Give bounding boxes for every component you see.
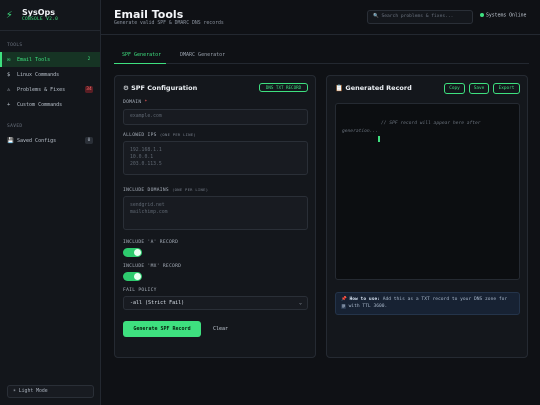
generate-spf-button[interactable]: Generate SPF Record: [123, 321, 201, 337]
app-subtitle: CONSOLE V2.0: [22, 17, 59, 22]
hint-tail: with TTL 3600.: [348, 304, 388, 309]
sidebar-item-custom-commands[interactable]: + Custom Commands: [0, 97, 100, 112]
sidebar-item-email-tools[interactable]: ✉ Email Tools 2: [0, 52, 100, 67]
hint-heading: 📌 How to use:: [341, 297, 380, 302]
sidebar-item-linux-commands[interactable]: $ Linux Commands: [0, 67, 100, 82]
light-mode-button[interactable]: ☀ Light Mode: [7, 385, 94, 398]
copy-button[interactable]: Copy: [444, 83, 465, 94]
domain-label: DOMAIN *: [123, 100, 148, 105]
count-badge: 0: [85, 137, 93, 144]
domain-label-text: DOMAIN: [123, 100, 142, 105]
active-tab-indicator: [114, 63, 166, 64]
include-domains-label: INCLUDE DOMAINS (ONE PER LINE): [123, 187, 208, 193]
dns-txt-badge: DNS TXT RECORD: [259, 83, 308, 92]
system-status: Systems Online: [480, 13, 526, 19]
tab-bar: SPF Generator DMARC Generator: [114, 49, 529, 64]
page-title: Email Tools: [114, 8, 184, 21]
include-domains-hint: (ONE PER LINE): [172, 187, 209, 192]
spf-config-title: ⚙ SPF Configuration: [123, 84, 198, 92]
sidebar-item-label: Linux Commands: [17, 71, 60, 78]
output-placeholder: // SPF record will appear here after gen…: [342, 121, 481, 134]
terminal-icon: $: [7, 71, 11, 78]
record-output[interactable]: // SPF record will appear here after gen…: [335, 103, 520, 280]
lightning-icon: ⚡: [6, 8, 13, 21]
include-mx-record-toggle[interactable]: [123, 272, 142, 281]
status-dot-icon: [480, 13, 484, 17]
toggle-knob: [134, 249, 141, 256]
page-subtitle: Generate valid SPF & DMARC DNS records: [114, 21, 224, 26]
ip-placeholder-line: 203.0.113.5: [130, 162, 162, 167]
toggle-knob: [134, 273, 141, 280]
sidebar-item-label: Saved Configs: [17, 137, 57, 144]
hint-text: Add this as a TXT record to your DNS zon…: [382, 297, 508, 302]
app-name: SysOps: [22, 8, 56, 17]
floppy-disk-icon: 💾: [7, 137, 14, 144]
include-a-record-toggle[interactable]: [123, 248, 142, 257]
fail-policy-label: FAIL POLICY: [123, 288, 157, 293]
sidebar-item-saved-configs[interactable]: 💾 Saved Configs 0: [0, 133, 100, 148]
include-domains-label-text: INCLUDE DOMAINS: [123, 188, 169, 193]
cursor-caret: [378, 136, 380, 142]
sidebar: ⚡ SysOps CONSOLE V2.0 TOOLS ✉ Email Tool…: [0, 0, 101, 405]
tab-dmarc-generator[interactable]: DMARC Generator: [180, 52, 225, 58]
fail-policy-select[interactable]: -all (Strict Fail) ⌄: [123, 296, 308, 310]
sidebar-item-label: Email Tools: [17, 56, 51, 63]
sidebar-item-label: Problems & Fixes: [17, 86, 66, 93]
allowed-ips-field[interactable]: 192.168.1.1 10.0.0.1 203.0.113.5: [123, 141, 308, 175]
warning-icon: ⚠: [7, 86, 11, 93]
header-divider: [101, 34, 540, 35]
tools-section-label: TOOLS: [7, 43, 23, 48]
generated-record-card: 📋 Generated Record Copy Save Export // S…: [326, 75, 528, 358]
main-panel: Email Tools Generate valid SPF & DMARC D…: [101, 0, 540, 405]
include-a-record-label: INCLUDE 'A' RECORD: [123, 240, 179, 245]
fail-policy-value: -all (Strict Fail): [130, 300, 185, 306]
spf-configuration-card: ⚙ SPF Configuration DNS TXT RECORD DOMAI…: [114, 75, 316, 358]
search-input[interactable]: 🔍 Search problems & fixes...: [367, 10, 473, 24]
include-mx-record-label: INCLUDE 'MX' RECORD: [123, 264, 182, 269]
count-badge: 34: [85, 86, 93, 93]
usage-hint: 📌 How to use: Add this as a TXT record t…: [335, 292, 520, 315]
allowed-ips-label: ALLOWED IPS (ONE PER LINE): [123, 132, 196, 138]
ip-placeholder-line: 10.0.0.1: [130, 155, 154, 160]
status-text: Systems Online: [486, 13, 527, 19]
plus-icon: +: [7, 101, 11, 108]
export-button[interactable]: Export: [493, 83, 520, 94]
sidebar-item-label: Custom Commands: [17, 101, 63, 108]
count-badge: 2: [87, 57, 91, 62]
required-marker: *: [144, 100, 148, 105]
allowed-ips-label-text: ALLOWED IPS: [123, 133, 157, 138]
save-button[interactable]: Save: [469, 83, 489, 94]
sidebar-item-problems-fixes[interactable]: ⚠ Problems & Fixes 34: [0, 82, 100, 97]
hint-code: @: [341, 304, 346, 309]
generated-record-title: 📋 Generated Record: [335, 84, 412, 92]
tab-spf-generator[interactable]: SPF Generator: [122, 52, 161, 58]
chevron-down-icon: ⌄: [298, 300, 302, 306]
saved-section-label: SAVED: [7, 124, 23, 129]
clear-button[interactable]: Clear: [208, 321, 233, 337]
domain-placeholder-line: sendgrid.net: [130, 203, 165, 208]
envelope-icon: ✉: [7, 56, 11, 63]
domain-placeholder-line: mailchimp.com: [130, 210, 168, 215]
allowed-ips-hint: (ONE PER LINE): [159, 132, 197, 137]
brand: ⚡ SysOps CONSOLE V2.0: [0, 0, 100, 31]
include-domains-field[interactable]: sendgrid.net mailchimp.com: [123, 196, 308, 230]
domain-field[interactable]: example.com: [123, 109, 308, 125]
ip-placeholder-line: 192.168.1.1: [130, 148, 162, 153]
